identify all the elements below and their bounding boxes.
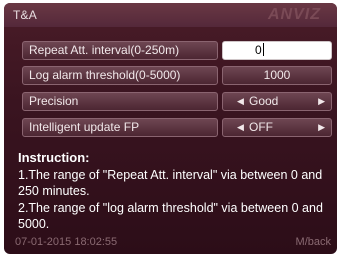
precision-selector[interactable]: ◀ Good ▶	[222, 92, 332, 111]
back-hint[interactable]: M/back	[296, 236, 331, 248]
right-arrow-icon[interactable]: ▶	[318, 93, 325, 110]
log-alarm-threshold-value: 1000	[263, 68, 291, 82]
setting-label-log-alarm: Log alarm threshold(0-5000)	[22, 66, 218, 85]
brand-logo: ANVIZ	[268, 6, 321, 23]
right-arrow-icon[interactable]: ▶	[318, 119, 325, 136]
instruction-title: Instruction:	[18, 150, 90, 165]
status-bar: 07-01-2015 18:02:55 M/back	[4, 232, 337, 254]
device-screen: T&A ANVIZ Repeat Att. interval(0-250m) 0…	[4, 3, 337, 254]
setting-label-precision: Precision	[22, 92, 218, 111]
instruction-line-1: 1.The range of "Repeat Att. interval" vi…	[18, 167, 323, 199]
setting-label-repeat-interval: Repeat Att. interval(0-250m)	[22, 41, 218, 60]
instruction-line-2: 2.The range of "log alarm threshold" via…	[18, 200, 323, 232]
datetime-display: 07-01-2015 18:02:55	[15, 236, 118, 248]
title-bar: T&A ANVIZ	[4, 3, 337, 27]
setting-label-intelligent-update: Intelligent update FP	[22, 118, 218, 137]
window-title: T&A	[13, 8, 37, 22]
repeat-interval-input[interactable]: 0	[222, 41, 332, 60]
log-alarm-threshold-input[interactable]: 1000	[222, 66, 332, 85]
repeat-interval-value: 0	[255, 43, 262, 57]
instruction-panel: Instruction: 1.The range of "Repeat Att.…	[18, 150, 330, 233]
intelligent-update-selector[interactable]: ◀ OFF ▶	[222, 118, 332, 137]
left-arrow-icon[interactable]: ◀	[237, 93, 244, 110]
text-cursor	[262, 43, 264, 56]
left-arrow-icon[interactable]: ◀	[237, 119, 244, 136]
